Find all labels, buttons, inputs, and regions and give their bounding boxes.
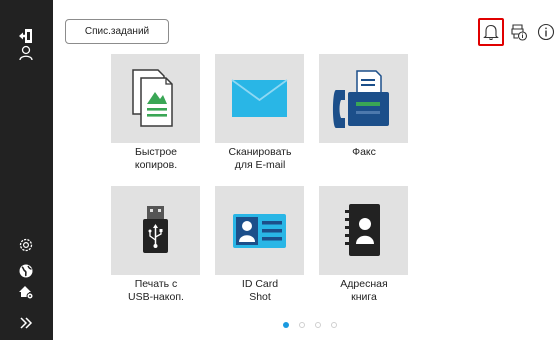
- tile-label: Факс: [304, 146, 424, 159]
- tile-address-book[interactable]: [319, 186, 408, 275]
- id-card-icon: [233, 214, 286, 248]
- tile-label-line1: Факс: [352, 146, 376, 158]
- email-icon: [231, 79, 288, 117]
- job-list-button[interactable]: Спис.заданий: [65, 19, 169, 44]
- bell-icon[interactable]: [478, 18, 504, 46]
- page-dot-3[interactable]: [315, 322, 321, 328]
- user-icon[interactable]: [14, 41, 38, 65]
- device-info-icon[interactable]: [506, 18, 532, 46]
- page-indicator: [0, 322, 558, 332]
- tile-id-card-shot[interactable]: [215, 186, 304, 275]
- sidebar: [0, 0, 53, 340]
- accessibility-icon[interactable]: [14, 280, 38, 304]
- copy-icon: [132, 69, 173, 127]
- info-icon[interactable]: [533, 18, 558, 46]
- tile-label: ID Card Shot: [200, 278, 320, 304]
- address-book-icon: [345, 204, 380, 256]
- usb-icon: [143, 206, 168, 253]
- tile-label-line2: копиров.: [134, 159, 178, 171]
- tile-label-line2: книга: [351, 291, 377, 303]
- fax-icon: [333, 70, 389, 128]
- tile-scan-email[interactable]: [215, 54, 304, 143]
- tile-label-line2: USB-накоп.: [128, 291, 184, 303]
- page-dot-4[interactable]: [331, 322, 337, 328]
- tile-label-line1: ID Card: [241, 278, 279, 290]
- tile-label-line1: Быстрое: [134, 146, 177, 158]
- tile-label-line2: Shot: [249, 291, 271, 303]
- tile-label: Сканировать для E-mail: [200, 146, 320, 172]
- tile-label-line1: Адресная: [340, 278, 388, 290]
- tile-label-line1: Печать с: [134, 278, 178, 290]
- tile-quick-copy[interactable]: [111, 54, 200, 143]
- tile-label-line2: для E-mail: [234, 159, 286, 171]
- settings-icon[interactable]: [14, 233, 38, 257]
- job-list-label: Спис.заданий: [84, 26, 150, 37]
- tile-label: Адресная книга: [304, 278, 424, 304]
- tile-label: Быстрое копиров.: [96, 146, 216, 172]
- page-dot-2[interactable]: [299, 322, 305, 328]
- tile-label-line1: Сканировать: [228, 146, 292, 158]
- tile-usb-print[interactable]: [111, 186, 200, 275]
- tile-fax[interactable]: [319, 54, 408, 143]
- page-dot-1[interactable]: [283, 322, 289, 328]
- tile-label: Печать с USB-накоп.: [96, 278, 216, 304]
